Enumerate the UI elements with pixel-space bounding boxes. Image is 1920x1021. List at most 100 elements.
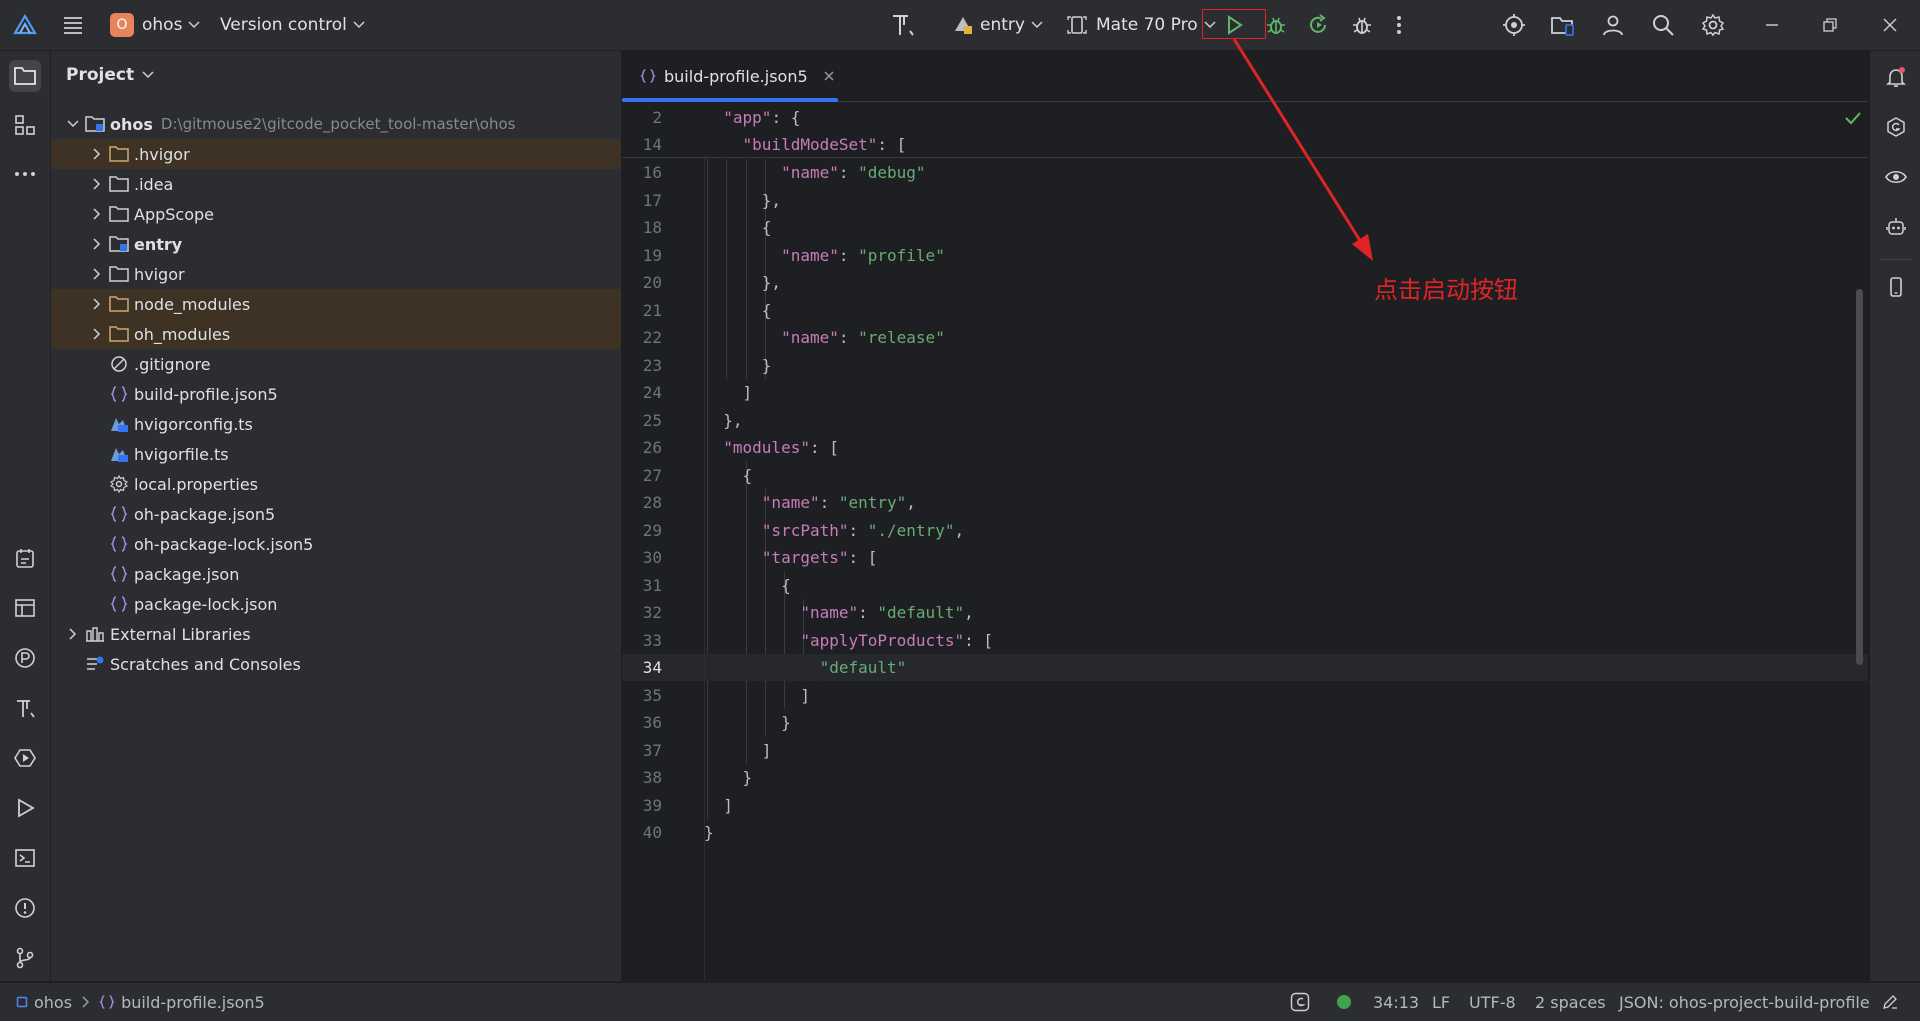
git-branch-icon[interactable] — [9, 942, 41, 974]
line-number[interactable]: 28 — [622, 489, 662, 516]
code-text[interactable]: } — [704, 709, 791, 736]
line-number[interactable]: 31 — [622, 572, 662, 599]
project-panel-header[interactable]: Project — [66, 65, 154, 85]
code-text[interactable]: "name": "entry", — [704, 489, 916, 516]
tree-item-node-modules[interactable]: node_modules — [51, 289, 621, 319]
tree-item-hvigorconfig[interactable]: hvigorconfig.ts — [51, 409, 621, 439]
tree-item-gitignore[interactable]: .gitignore — [51, 349, 621, 379]
code-line[interactable]: 35 ] — [622, 682, 1868, 709]
sticky-code-line[interactable]: 14 "buildModeSet": [ — [622, 131, 1868, 158]
run-config-selector[interactable]: entry — [952, 0, 1043, 50]
chevron-right-icon[interactable] — [89, 296, 105, 312]
line-number[interactable]: 32 — [622, 599, 662, 626]
file-encoding[interactable]: UTF-8 — [1469, 983, 1516, 1021]
code-line[interactable]: 30 "targets": [ — [622, 544, 1868, 571]
code-line[interactable]: 18 { — [622, 214, 1868, 241]
more-actions-icon[interactable] — [1396, 0, 1402, 50]
code-line[interactable]: 23 } — [622, 352, 1868, 379]
code-line[interactable]: 28 "name": "entry", — [622, 489, 1868, 516]
codegenie-icon[interactable] — [1880, 111, 1912, 143]
code-text[interactable]: }, — [704, 269, 781, 296]
assistant-robot-icon[interactable] — [1880, 211, 1912, 243]
code-text[interactable]: "name": "profile" — [704, 242, 945, 269]
code-text[interactable]: "name": "debug" — [704, 159, 926, 186]
device-manager-phone-icon[interactable] — [1880, 271, 1912, 303]
line-number[interactable]: 24 — [622, 379, 662, 406]
line-number[interactable]: 36 — [622, 709, 662, 736]
code-text[interactable]: "modules": [ — [704, 434, 839, 461]
tree-item-local-properties[interactable]: local.properties — [51, 469, 621, 499]
code-line[interactable]: 25 }, — [622, 407, 1868, 434]
code-line[interactable]: 33 "applyToProducts": [ — [622, 627, 1868, 654]
line-number[interactable]: 2 — [622, 104, 662, 131]
code-text[interactable]: "applyToProducts": [ — [704, 627, 993, 654]
line-number[interactable]: 23 — [622, 352, 662, 379]
line-number[interactable]: 30 — [622, 544, 662, 571]
tree-item-external-libraries[interactable]: External Libraries — [51, 619, 621, 649]
device-file-browser-icon[interactable] — [1550, 0, 1576, 50]
caret-position[interactable]: 34:13 — [1373, 983, 1419, 1021]
terminal-icon[interactable] — [9, 842, 41, 874]
chevron-right-icon[interactable] — [89, 326, 105, 342]
code-text[interactable]: "app": { — [704, 104, 800, 131]
app-logo-icon[interactable] — [12, 0, 38, 50]
sticky-code-line[interactable]: 2 "app": { — [622, 104, 1868, 131]
line-number[interactable]: 40 — [622, 819, 662, 846]
code-text[interactable]: { — [704, 572, 791, 599]
tree-item-oh-package-lock[interactable]: oh-package-lock.json5 — [51, 529, 621, 559]
project-switcher[interactable]: O ohos — [110, 0, 200, 50]
previewer-eye-icon[interactable] — [1880, 161, 1912, 193]
code-line[interactable]: 31 { — [622, 572, 1868, 599]
code-line[interactable]: 39 ] — [622, 792, 1868, 819]
project-view-folder-icon[interactable] — [9, 60, 41, 92]
editor-scrollbar[interactable] — [1856, 289, 1863, 665]
chevron-right-icon[interactable] — [89, 146, 105, 162]
minimize-window-icon[interactable] — [1764, 0, 1780, 50]
line-number[interactable]: 27 — [622, 462, 662, 489]
device-selector[interactable]: Mate 70 Pro — [1066, 0, 1216, 50]
tree-item-hvigorfile[interactable]: hvigorfile.ts — [51, 439, 621, 469]
line-number[interactable]: 37 — [622, 737, 662, 764]
version-control-menu[interactable]: Version control — [220, 0, 365, 50]
line-number[interactable]: 39 — [622, 792, 662, 819]
line-number[interactable]: 38 — [622, 764, 662, 791]
layout-inspector-icon[interactable] — [9, 592, 41, 624]
breadcrumb-project[interactable]: ohos — [34, 993, 72, 1012]
tree-item-hvigor-dir[interactable]: .hvigor — [51, 139, 621, 169]
chevron-right-icon[interactable] — [89, 176, 105, 192]
code-text[interactable]: { — [704, 462, 753, 489]
chevron-right-icon[interactable] — [89, 206, 105, 222]
profiler-icon[interactable] — [9, 642, 41, 674]
more-tools-icon[interactable] — [9, 158, 41, 190]
tree-item-package-json[interactable]: package.json — [51, 559, 621, 589]
code-text[interactable]: } — [704, 352, 772, 379]
line-number[interactable]: 25 — [622, 407, 662, 434]
line-number[interactable]: 22 — [622, 324, 662, 351]
code-line[interactable]: 17 }, — [622, 187, 1868, 214]
line-number[interactable]: 19 — [622, 242, 662, 269]
tree-item-entry[interactable]: entry — [51, 229, 621, 259]
codegenie-status-icon[interactable] — [1290, 983, 1310, 1021]
code-line[interactable]: 20 }, — [622, 269, 1868, 296]
code-text[interactable]: } — [704, 819, 714, 846]
code-line[interactable]: 26 "modules": [ — [622, 434, 1868, 461]
tree-item-oh-modules[interactable]: oh_modules — [51, 319, 621, 349]
account-icon[interactable] — [1601, 0, 1625, 50]
run-tool-icon[interactable] — [9, 792, 41, 824]
tree-item-oh-package[interactable]: oh-package.json5 — [51, 499, 621, 529]
line-separator[interactable]: LF — [1432, 983, 1450, 1021]
status-ok-indicator[interactable] — [1336, 983, 1352, 1021]
chevron-right-icon[interactable] — [89, 266, 105, 282]
chevron-down-icon[interactable] — [65, 116, 81, 132]
line-number[interactable]: 35 — [622, 682, 662, 709]
code-text[interactable]: }, — [704, 187, 781, 214]
code-text[interactable]: } — [704, 764, 753, 791]
todo-icon[interactable] — [9, 542, 41, 574]
breadcrumb-file[interactable]: build-profile.json5 — [121, 993, 265, 1012]
code-line[interactable]: 21 { — [622, 297, 1868, 324]
json-schema[interactable]: JSON: ohos-project-build-profile — [1619, 983, 1870, 1021]
line-number[interactable]: 17 — [622, 187, 662, 214]
build-hammer-icon[interactable] — [888, 0, 916, 50]
structure-icon[interactable] — [9, 109, 41, 141]
code-editor[interactable]: build-profile.json5 2 "app": {14 "buildM… — [622, 51, 1868, 981]
